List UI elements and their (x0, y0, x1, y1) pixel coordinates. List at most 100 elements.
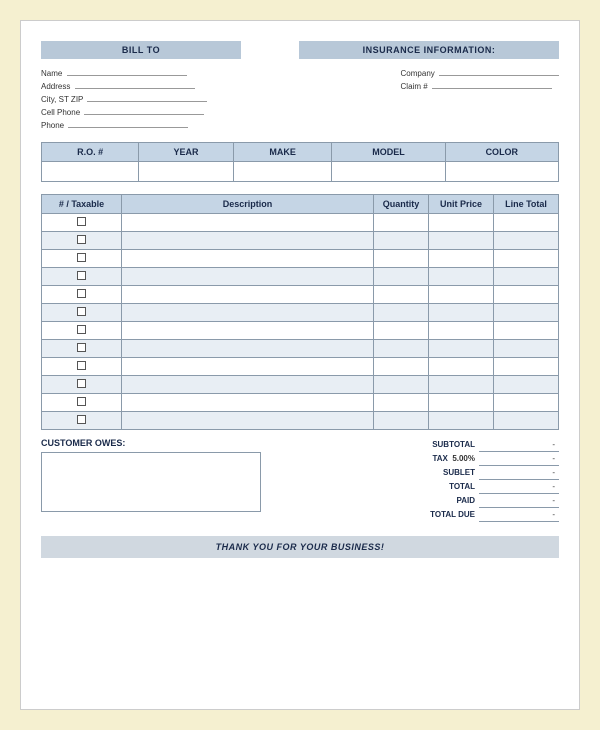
table-row (42, 322, 559, 340)
col-unit-price: Unit Price (429, 195, 494, 214)
tax-value: - (479, 452, 559, 466)
vehicle-year (139, 162, 234, 182)
row-description (122, 250, 374, 268)
row-quantity (374, 322, 429, 340)
row-quantity (374, 358, 429, 376)
row-unit-price (429, 286, 494, 304)
field-name: Name (41, 69, 207, 78)
bill-to-fields: Name Address City, ST ZIP Cell Phone Pho… (41, 69, 207, 130)
total-due-label: TOTAL DUE (280, 508, 479, 522)
row-unit-price (429, 250, 494, 268)
row-description (122, 376, 374, 394)
sublet-value: - (479, 466, 559, 480)
field-phone: Phone (41, 121, 207, 130)
tax-row: TAX 5.00% - (280, 452, 559, 466)
tax-label: TAX 5.00% (280, 452, 479, 466)
vehicle-row (42, 162, 559, 182)
total-row: TOTAL - (280, 480, 559, 494)
row-quantity (374, 268, 429, 286)
checkbox[interactable] (77, 217, 86, 226)
row-line-total (494, 394, 559, 412)
customer-owes-label: CUSTOMER OWES: (41, 438, 280, 448)
items-table: # / Taxable Description Quantity Unit Pr… (41, 194, 559, 430)
insurance-header: INSURANCE INFORMATION: (299, 41, 559, 59)
row-description (122, 412, 374, 430)
col-taxable: # / Taxable (42, 195, 122, 214)
vehicle-make (233, 162, 331, 182)
row-quantity (374, 214, 429, 232)
row-taxable (42, 250, 122, 268)
vehicle-model (332, 162, 445, 182)
table-row (42, 358, 559, 376)
totals-table: SUBTOTAL - TAX 5.00% - SUBLET - TOTAL - (280, 438, 559, 522)
vehicle-table: R.O. # YEAR MAKE MODEL COLOR (41, 142, 559, 182)
subtotal-label: SUBTOTAL (280, 438, 479, 452)
row-description (122, 358, 374, 376)
checkbox[interactable] (77, 289, 86, 298)
table-row (42, 214, 559, 232)
row-taxable (42, 322, 122, 340)
table-row (42, 250, 559, 268)
sublet-row: SUBLET - (280, 466, 559, 480)
row-quantity (374, 250, 429, 268)
row-unit-price (429, 322, 494, 340)
row-unit-price (429, 232, 494, 250)
row-description (122, 322, 374, 340)
row-line-total (494, 322, 559, 340)
checkbox[interactable] (77, 253, 86, 262)
table-row (42, 268, 559, 286)
row-quantity (374, 412, 429, 430)
table-row (42, 394, 559, 412)
row-unit-price (429, 358, 494, 376)
table-row (42, 232, 559, 250)
vehicle-col-color: COLOR (445, 143, 558, 162)
row-taxable (42, 376, 122, 394)
checkbox[interactable] (77, 415, 86, 424)
table-row (42, 376, 559, 394)
col-quantity: Quantity (374, 195, 429, 214)
row-line-total (494, 376, 559, 394)
row-taxable (42, 340, 122, 358)
row-unit-price (429, 394, 494, 412)
checkbox[interactable] (77, 361, 86, 370)
row-unit-price (429, 304, 494, 322)
table-row (42, 412, 559, 430)
row-unit-price (429, 376, 494, 394)
total-due-row: TOTAL DUE - (280, 508, 559, 522)
row-unit-price (429, 268, 494, 286)
total-value: - (479, 480, 559, 494)
row-line-total (494, 358, 559, 376)
row-line-total (494, 250, 559, 268)
field-city: City, ST ZIP (41, 95, 207, 104)
vehicle-ro (42, 162, 139, 182)
vehicle-col-year: YEAR (139, 143, 234, 162)
row-line-total (494, 286, 559, 304)
checkbox[interactable] (77, 307, 86, 316)
vehicle-col-model: MODEL (332, 143, 445, 162)
bill-to-header: BILL TO (41, 41, 241, 59)
row-line-total (494, 304, 559, 322)
row-description (122, 232, 374, 250)
table-row (42, 340, 559, 358)
row-description (122, 340, 374, 358)
table-row (42, 304, 559, 322)
row-taxable (42, 304, 122, 322)
checkbox[interactable] (77, 235, 86, 244)
checkbox[interactable] (77, 379, 86, 388)
col-line-total: Line Total (494, 195, 559, 214)
checkbox[interactable] (77, 325, 86, 334)
checkbox[interactable] (77, 397, 86, 406)
checkbox[interactable] (77, 271, 86, 280)
sublet-label: SUBLET (280, 466, 479, 480)
row-quantity (374, 340, 429, 358)
vehicle-col-make: MAKE (233, 143, 331, 162)
field-claim: Claim # (401, 82, 559, 91)
footer-text: THANK YOU FOR YOUR BUSINESS! (216, 542, 385, 552)
row-taxable (42, 268, 122, 286)
checkbox[interactable] (77, 343, 86, 352)
row-description (122, 268, 374, 286)
row-taxable (42, 412, 122, 430)
customer-owes-box (41, 452, 261, 512)
row-taxable (42, 214, 122, 232)
row-quantity (374, 304, 429, 322)
